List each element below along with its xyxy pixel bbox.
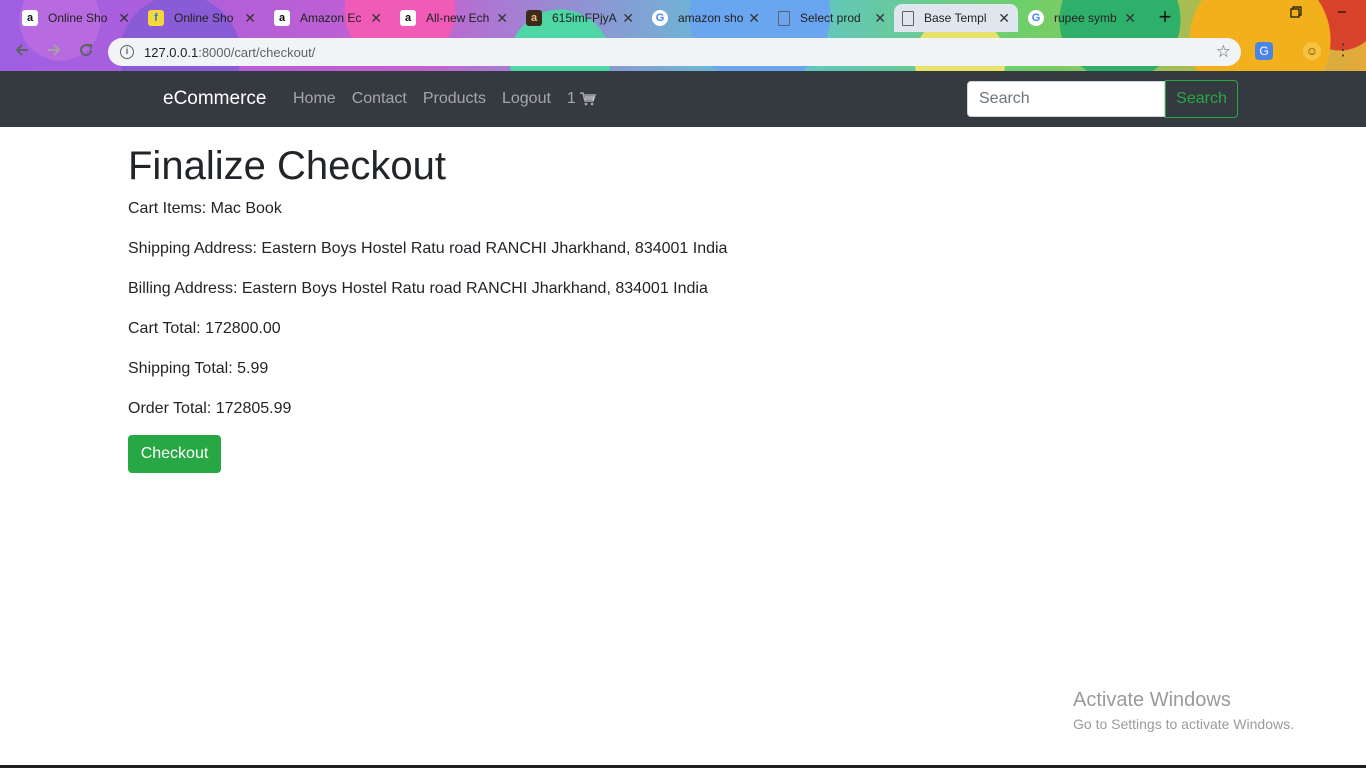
cart-items-text: Cart Items: Mac Book — [128, 200, 282, 217]
cart-total-text: Cart Total: 172800.00 — [128, 320, 281, 337]
reload-icon[interactable] — [75, 41, 97, 63]
browser-tab[interactable]: a Online Sho ✕ — [14, 4, 138, 32]
shopping-cart-icon — [579, 92, 596, 106]
address-host: 127.0.0.1 — [144, 44, 199, 60]
address-path: :8000/cart/checkout/ — [198, 44, 316, 60]
tab-title: amazon sho — [678, 11, 744, 25]
browser-tab[interactable]: f Online Sho ✕ — [140, 4, 264, 32]
search-input[interactable] — [967, 81, 1165, 117]
tab-title: Select prod — [800, 11, 861, 25]
amazon-icon: a — [400, 10, 416, 26]
close-tab-icon[interactable]: ✕ — [748, 10, 760, 27]
browser-tab[interactable]: a All-new Ech ✕ — [392, 4, 516, 32]
close-tab-icon[interactable]: ✕ — [496, 10, 508, 27]
nav-links: Home Contact Products Logout 1 — [293, 90, 612, 108]
nav-link-products[interactable]: Products — [423, 90, 486, 108]
tab-title: 615imFPjyA — [552, 11, 617, 25]
brand-link[interactable]: eCommerce — [163, 88, 266, 110]
page-title: Finalize Checkout — [128, 144, 446, 188]
close-tab-icon[interactable]: ✕ — [874, 10, 886, 27]
tab-strip: a Online Sho ✕ f Online Sho ✕ a Amazon E… — [0, 0, 1366, 34]
checkout-content: Finalize Checkout Cart Items: Mac Book S… — [128, 140, 1028, 437]
image-icon: a — [526, 10, 542, 26]
browser-tab[interactable]: a 615imFPjyA ✕ — [518, 4, 642, 32]
browser-tab[interactable]: Select prod ✕ — [770, 4, 894, 32]
windows-activation-watermark: Activate Windows Go to Settings to activ… — [1073, 688, 1294, 734]
close-tab-icon[interactable]: ✕ — [1124, 10, 1136, 27]
bookmark-star-icon[interactable]: ☆ — [1216, 42, 1231, 62]
amazon-icon: a — [274, 10, 290, 26]
flipkart-icon: f — [148, 10, 164, 26]
document-icon — [778, 10, 790, 26]
close-tab-icon[interactable]: ✕ — [118, 10, 130, 27]
forward-icon[interactable] — [43, 41, 65, 63]
browser-tab[interactable]: G amazon sho ✕ — [644, 4, 768, 32]
nav-link-contact[interactable]: Contact — [352, 90, 407, 108]
tab-title: Online Sho — [48, 11, 108, 25]
tab-title: Online Sho — [174, 11, 234, 25]
order-total-text: Order Total: 172805.99 — [128, 400, 292, 417]
cart-count: 1 — [566, 90, 576, 107]
tab-title: Base Templ — [924, 11, 987, 25]
translate-extension-icon[interactable]: G — [1255, 42, 1273, 60]
tab-title: rupee symb — [1054, 11, 1117, 25]
browser-tab[interactable]: G rupee symb ✕ — [1020, 4, 1144, 32]
close-tab-icon[interactable]: ✕ — [622, 10, 634, 27]
close-tab-icon[interactable]: ✕ — [370, 10, 382, 27]
browser-tab[interactable]: a Amazon Ec ✕ — [266, 4, 390, 32]
browser-chrome: a Online Sho ✕ f Online Sho ✕ a Amazon E… — [0, 0, 1366, 71]
new-tab-button[interactable]: + — [1152, 6, 1178, 30]
billing-address-text: Billing Address: Eastern Boys Hostel Rat… — [128, 280, 708, 297]
nav-link-home[interactable]: Home — [293, 90, 336, 108]
watermark-title: Activate Windows — [1073, 689, 1231, 711]
restore-window-icon[interactable] — [1290, 6, 1302, 21]
checkout-button[interactable]: Checkout — [128, 435, 221, 473]
search-button[interactable]: Search — [1165, 80, 1238, 118]
nav-link-logout[interactable]: Logout — [502, 90, 551, 108]
profile-avatar-icon[interactable]: ☺ — [1303, 42, 1321, 60]
nav-link-cart[interactable]: 1 — [567, 90, 596, 108]
back-icon[interactable] — [11, 41, 33, 63]
shipping-total-text: Shipping Total: 5.99 — [128, 360, 269, 377]
close-tab-icon[interactable]: ✕ — [244, 10, 256, 27]
shipping-address-text: Shipping Address: Eastern Boys Hostel Ra… — [128, 240, 728, 257]
document-icon — [902, 10, 914, 26]
address-url: 127.0.0.1:8000/cart/checkout/ — [144, 45, 315, 60]
browser-tab-active[interactable]: Base Templ ✕ — [894, 4, 1018, 32]
info-icon[interactable]: i — [120, 45, 134, 59]
watermark-subtitle: Go to Settings to activate Windows. — [1073, 716, 1294, 732]
close-tab-icon[interactable]: ✕ — [998, 10, 1010, 27]
tab-title: All-new Ech — [426, 11, 490, 25]
google-icon: G — [652, 10, 668, 26]
menu-icon[interactable]: ⋮ — [1334, 42, 1352, 60]
minimize-window-icon[interactable] — [1336, 6, 1348, 21]
address-bar[interactable]: i 127.0.0.1:8000/cart/checkout/ ☆ — [108, 38, 1241, 66]
tab-title: Amazon Ec — [300, 11, 362, 25]
amazon-icon: a — [22, 10, 38, 26]
google-icon: G — [1028, 10, 1044, 26]
